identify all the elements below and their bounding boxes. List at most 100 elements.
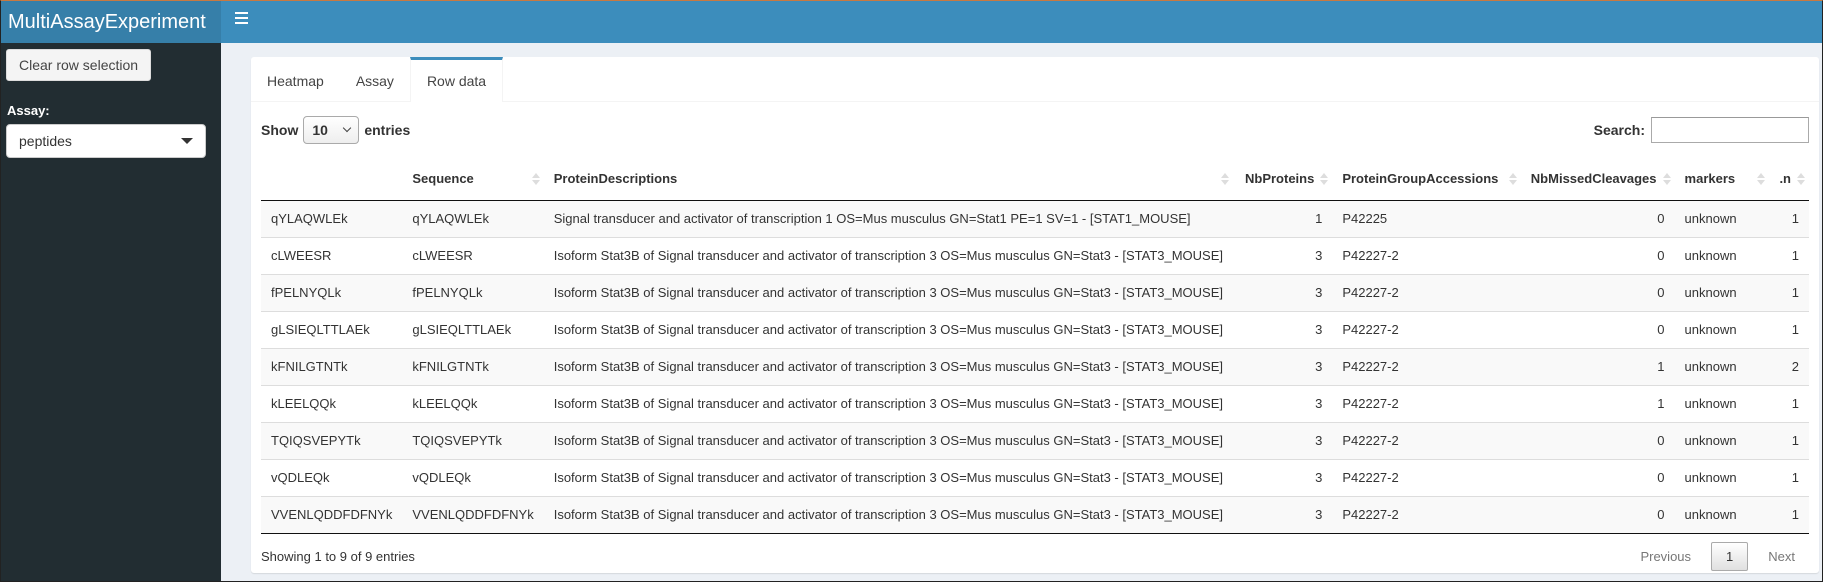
column-header[interactable]: markers [1674,158,1770,201]
table-cell: P42227-2 [1332,273,1521,311]
table-cell: 1 [1769,310,1809,348]
table-row[interactable]: vQDLEQk vQDLEQk Isoform Stat3B of Signal t… [261,458,1809,496]
table-cell: vQDLEQk [261,458,403,496]
table-cell: vQDLEQk [402,458,544,496]
page-length-select[interactable]: 10 [303,116,360,144]
table-cell: 3 [1233,384,1333,422]
tab-row-data[interactable]: Row data [409,57,504,102]
table-cell: 1 [1520,384,1675,422]
table-cell: 0 [1520,200,1675,237]
sort-icon [531,172,540,185]
table-cell: gLSIEQLTTLAEk [261,310,403,348]
table-cell: unknown [1674,200,1770,237]
table-cell: VVENLQDDFDFNYk [402,495,544,534]
table-cell: unknown [1674,347,1770,385]
tab-bar: Heatmap Assay Row data [251,57,1819,102]
assay-select[interactable]: peptides [6,124,206,158]
table-cell: unknown [1674,236,1770,274]
table-cell: P42225 [1332,200,1521,237]
column-header[interactable]: ProteinDescriptions [543,158,1234,201]
entries-label: entries [364,122,411,138]
table-cell: P42227-2 [1332,236,1521,274]
table-cell: VVENLQDDFDFNYk [261,495,403,534]
table-cell: cLWEESR [261,236,403,274]
table-cell: 0 [1520,236,1675,274]
sort-icon [1508,172,1517,185]
assay-selected-value: peptides [19,133,72,149]
table-row[interactable]: kFNILGTNTk kFNILGTNTk Isoform Stat3B of Si… [261,347,1809,385]
table-cell: 3 [1233,458,1333,496]
table-row[interactable]: gLSIEQLTTLAEk gLSIEQLTTLAEk Isoform Stat3B… [261,310,1809,348]
column-header-label: ProteinDescriptions [553,171,678,187]
table-cell: 0 [1520,273,1675,311]
search-label: Search: [1593,122,1645,138]
table-controls: Show 10 entries Search: [251,102,1819,148]
page-1-button[interactable]: 1 [1711,541,1749,571]
column-header[interactable]: NbMissedCleavages [1520,158,1675,201]
tab-heatmap[interactable]: Heatmap [251,57,340,101]
table-cell: qYLAQWLEk [402,200,544,237]
table-row[interactable]: TQIQSVEPYTk TQIQSVEPYTk Isoform Stat3B of … [261,421,1809,459]
table-cell: kFNILGTNTk [402,347,544,385]
table-cell: 1 [1769,236,1809,274]
table-cell: P42227-2 [1332,421,1521,459]
tab-box: Heatmap Assay Row data Show 10 entries S… [251,57,1819,573]
table-cell: 3 [1233,273,1333,311]
table-cell: unknown [1674,273,1770,311]
row-data-table: Sequence ProteinDescriptions NbProteins Pro… [261,158,1809,534]
column-header-label: .n [1779,171,1791,187]
table-cell: kFNILGTNTk [261,347,403,385]
table-header-row: Sequence ProteinDescriptions NbProteins Pro… [261,158,1809,201]
next-page-button[interactable]: Next [1754,543,1809,570]
table-cell: cLWEESR [402,236,544,274]
table-cell: unknown [1674,310,1770,348]
table-cell: 3 [1233,495,1333,534]
column-header-label: NbMissedCleavages [1530,171,1657,187]
app-title: MultiAssayExperiment [1,1,221,43]
table-cell: unknown [1674,384,1770,422]
table-cell: 0 [1520,310,1675,348]
sidebar-toggle-button[interactable] [221,1,261,43]
table-cell: TQIQSVEPYTk [261,421,403,459]
clear-row-selection-button[interactable]: Clear row selection [6,49,152,81]
table-footer: Showing 1 to 9 of 9 entries Previous 1 N… [251,534,1819,579]
table-row[interactable]: VVENLQDDFDFNYk VVENLQDDFDFNYk Isoform Stat… [261,495,1809,534]
table-cell: P42227-2 [1332,458,1521,496]
table-cell: Isoform Stat3B of Signal transducer and … [543,310,1234,348]
main-content: Heatmap Assay Row data Show 10 entries S… [221,43,1822,581]
column-header[interactable]: Sequence [402,158,544,201]
sort-icon [1662,172,1671,185]
table-cell: 3 [1233,421,1333,459]
table-cell: 1 [1769,273,1809,311]
table-row[interactable]: kLEELQQk kLEELQQk Isoform Stat3B of Signal… [261,384,1809,422]
table-cell: fPELNYQLk [261,273,403,311]
table-cell: 0 [1520,421,1675,459]
table-cell: 2 [1769,347,1809,385]
table-cell: gLSIEQLTTLAEk [402,310,544,348]
table-cell: 1 [1769,495,1809,534]
table-cell: 1 [1769,421,1809,459]
search-control: Search: [1594,117,1809,143]
table-cell: qYLAQWLEk [261,200,403,237]
table-cell: 0 [1520,458,1675,496]
table-cell: 1 [1233,200,1333,237]
tab-assay[interactable]: Assay [340,57,410,101]
table-row[interactable]: qYLAQWLEk qYLAQWLEk Signal transducer and … [261,200,1809,237]
table-row[interactable]: fPELNYQLk fPELNYQLk Isoform Stat3B of Sign… [261,273,1809,311]
search-input[interactable] [1651,117,1809,143]
table-cell: Signal transducer and activator of trans… [543,200,1234,237]
column-header[interactable]: ProteinGroupAccessions [1332,158,1521,201]
pagination: Previous 1 Next [1626,541,1809,571]
chevron-down-icon [343,123,352,133]
column-header[interactable]: NbProteins [1233,158,1333,201]
table-cell: 0 [1520,495,1675,534]
previous-page-button[interactable]: Previous [1626,543,1705,570]
column-header-label: Sequence [412,171,474,187]
table-cell: Isoform Stat3B of Signal transducer and … [543,236,1234,274]
column-header-label: NbProteins [1244,171,1315,187]
sort-icon [1320,172,1329,185]
table-info: Showing 1 to 9 of 9 entries [261,548,415,564]
table-cell: 3 [1233,310,1333,348]
table-row[interactable]: cLWEESR cLWEESR Isoform Stat3B of Signal t… [261,236,1809,274]
column-header[interactable]: .n [1769,158,1809,201]
